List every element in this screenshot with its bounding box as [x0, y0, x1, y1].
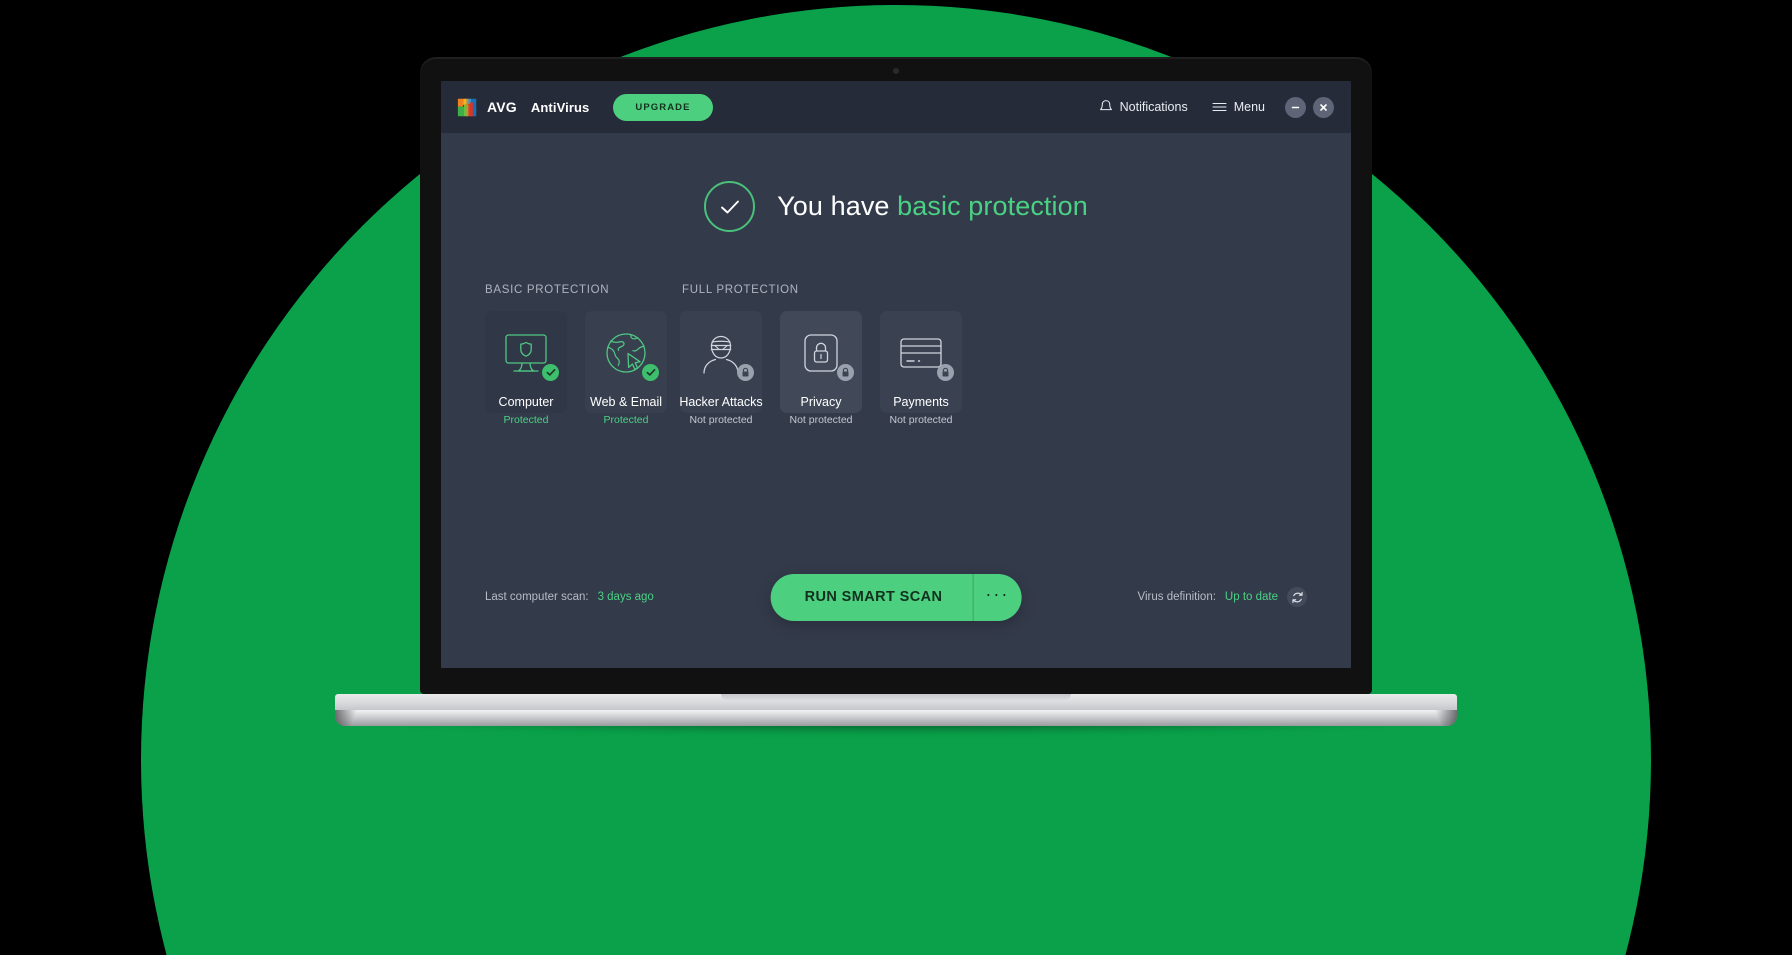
section-full-protection: FULL PROTECTION Hacker Attacks Not prote… [679, 284, 962, 426]
laptop-base-front [335, 710, 1457, 726]
last-scan-label: Last computer scan: [485, 591, 589, 603]
check-circle-icon [704, 181, 756, 232]
lock-badge-icon [737, 364, 754, 381]
badge-lock-icon [942, 367, 949, 377]
laptop-base-bevel-left [335, 710, 361, 726]
check-mark-icon [720, 200, 739, 213]
scene-background: AVG AntiVirus UPGRADE Notifications Menu… [0, 0, 1792, 955]
virus-def-value: Up to date [1224, 591, 1278, 603]
card-payments[interactable]: Payments Not protected [880, 311, 962, 426]
product-name: AntiVirus [530, 99, 590, 115]
minimize-icon [1291, 106, 1300, 108]
badge-check-icon [546, 368, 555, 376]
close-icon [1320, 103, 1327, 111]
last-scan-info: Last computer scan: 3 days ago [485, 591, 654, 603]
check-badge-icon [642, 364, 659, 381]
section-label-full: FULL PROTECTION [682, 284, 799, 296]
badge-check-icon [646, 368, 655, 376]
card-status: Not protected [689, 414, 753, 426]
lock-badge-icon [837, 364, 854, 381]
titlebar-actions: Notifications Menu [1087, 96, 1334, 118]
notifications-button[interactable]: Notifications [1087, 99, 1200, 115]
refresh-icon [1291, 591, 1303, 603]
scan-options-button[interactable]: ··· [972, 573, 1021, 621]
menu-label: Menu [1233, 100, 1265, 114]
card-status: Protected [603, 414, 649, 426]
menu-button[interactable]: Menu [1200, 100, 1277, 114]
status-text-accent: basic protection [897, 191, 1088, 221]
section-label-basic: BASIC PROTECTION [485, 284, 610, 296]
laptop-mockup: AVG AntiVirus UPGRADE Notifications Menu… [335, 57, 1457, 734]
upgrade-button[interactable]: UPGRADE [613, 93, 713, 121]
protection-sections: BASIC PROTECTION Computer Protected Web … [441, 284, 1351, 426]
web-email-icon-wrap [601, 329, 659, 381]
card-title: Computer [498, 395, 554, 409]
card-status: Protected [503, 414, 549, 426]
basic-cards: Computer Protected Web & Email Protected [485, 311, 667, 426]
bell-icon [1099, 100, 1112, 111]
app-titlebar: AVG AntiVirus UPGRADE Notifications Menu [441, 81, 1351, 133]
hamburger-icon [1212, 102, 1227, 112]
avg-antivirus-app: AVG AntiVirus UPGRADE Notifications Menu… [441, 81, 1351, 668]
computer-icon-wrap [501, 329, 559, 381]
page-title: You have basic protection [777, 191, 1088, 222]
smart-scan-group: RUN SMART SCAN ··· [770, 573, 1022, 621]
full-cards: Hacker Attacks Not protected Privacy Not… [679, 311, 962, 426]
virus-definition-info: Virus definition: Up to date [1137, 587, 1307, 607]
app-main: You have basic protection BASIC PROTECTI… [441, 133, 1351, 668]
card-computer[interactable]: Computer Protected [485, 311, 567, 426]
card-title: Web & Email [590, 395, 663, 409]
brand-name: AVG [487, 99, 517, 115]
minimize-button[interactable] [1285, 96, 1306, 118]
notifications-label: Notifications [1119, 100, 1188, 114]
webcam-icon [893, 68, 899, 74]
laptop-screen: AVG AntiVirus UPGRADE Notifications Menu… [441, 81, 1351, 668]
check-badge-icon [542, 364, 559, 381]
laptop-base [335, 694, 1457, 734]
hacker-icon-wrap [696, 329, 754, 381]
laptop-base-bevel-right [1431, 710, 1457, 726]
card-hacker-attacks[interactable]: Hacker Attacks Not protected [679, 311, 763, 426]
section-basic-protection: BASIC PROTECTION Computer Protected Web … [485, 284, 667, 426]
badge-lock-icon [742, 367, 749, 377]
close-button[interactable] [1313, 96, 1334, 118]
status-text-plain: You have [777, 191, 898, 221]
card-title: Payments [893, 395, 949, 409]
protection-status-header: You have basic protection [441, 181, 1351, 232]
avg-logo-icon [457, 98, 477, 116]
card-privacy[interactable]: Privacy Not protected [780, 311, 862, 426]
card-status: Not protected [889, 414, 953, 426]
card-status: Not protected [789, 414, 853, 426]
card-title: Hacker Attacks [679, 395, 763, 409]
laptop-base-notch [721, 694, 1071, 700]
lock-badge-icon [937, 364, 954, 381]
virus-def-label: Virus definition: [1137, 591, 1216, 603]
laptop-lid: AVG AntiVirus UPGRADE Notifications Menu… [420, 57, 1372, 694]
last-scan-value: 3 days ago [597, 591, 654, 603]
payments-icon-wrap [896, 329, 954, 381]
app-footer: Last computer scan: 3 days ago RUN SMART… [441, 570, 1351, 624]
refresh-definitions-button[interactable] [1287, 587, 1307, 607]
badge-lock-icon [842, 367, 849, 377]
run-smart-scan-button[interactable]: RUN SMART SCAN [771, 574, 973, 621]
card-title: Privacy [800, 395, 842, 409]
card-web-email[interactable]: Web & Email Protected [585, 311, 667, 426]
brand-area: AVG AntiVirus [457, 97, 589, 118]
privacy-icon-wrap [796, 329, 854, 381]
